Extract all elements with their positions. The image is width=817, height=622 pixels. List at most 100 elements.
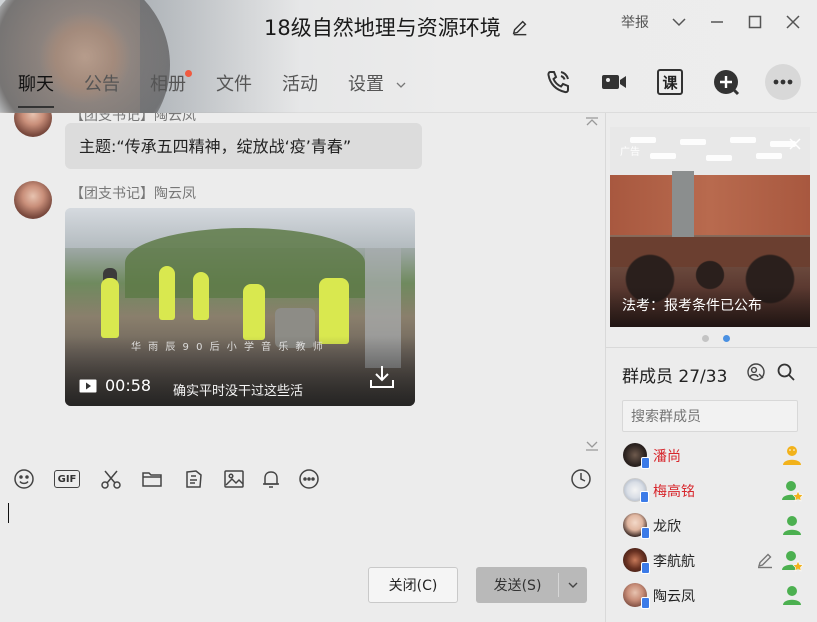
tab-chat[interactable]: 聊天 bbox=[18, 72, 54, 108]
message-list[interactable]: 【团支书记】陶云凤 主题:“传承五四精神，绽放战‘疫’青春” 【团支书记】陶云凤… bbox=[0, 113, 605, 453]
collapse-down-icon[interactable] bbox=[585, 441, 599, 451]
screenshot-button[interactable] bbox=[99, 467, 123, 491]
edit-icon[interactable] bbox=[756, 551, 774, 569]
carousel-dot-active[interactable] bbox=[723, 335, 730, 342]
emoji-button[interactable] bbox=[12, 467, 36, 491]
clock-icon bbox=[571, 469, 591, 489]
play-icon bbox=[79, 379, 97, 392]
send-divider bbox=[558, 573, 559, 597]
avatar[interactable] bbox=[623, 583, 650, 609]
ad-banner[interactable]: 广告 法考：报考条件已公布 bbox=[610, 127, 810, 327]
member-name: 李航航 bbox=[653, 554, 695, 570]
member-item[interactable]: 李航航 bbox=[606, 544, 817, 579]
video-duration: 00:58 bbox=[105, 376, 152, 395]
send-button[interactable]: 发送(S) bbox=[476, 567, 587, 603]
send-file-button[interactable] bbox=[140, 467, 164, 491]
maximize-button[interactable] bbox=[747, 14, 763, 30]
mobile-badge-icon bbox=[641, 527, 650, 539]
close-icon[interactable] bbox=[788, 137, 802, 151]
minimize-button[interactable] bbox=[709, 14, 725, 30]
video-call-button[interactable] bbox=[597, 65, 631, 99]
chevron-down-icon[interactable] bbox=[671, 14, 687, 30]
group-tools: 课 bbox=[541, 64, 801, 100]
avatar[interactable] bbox=[623, 443, 650, 469]
admin-icon bbox=[782, 481, 804, 502]
voice-call-button[interactable] bbox=[541, 65, 575, 99]
avatar[interactable] bbox=[623, 513, 650, 539]
close-button[interactable]: 关闭(C) bbox=[368, 567, 458, 603]
member-item[interactable]: 梅高铭 bbox=[606, 474, 817, 509]
ad-tag: 广告 bbox=[620, 147, 640, 158]
bell-icon bbox=[263, 471, 279, 488]
class-icon: 课 bbox=[657, 69, 683, 95]
tab-album[interactable]: 相册 bbox=[150, 70, 192, 108]
carousel-dot[interactable] bbox=[702, 335, 709, 342]
member-manage-icon[interactable] bbox=[746, 362, 766, 382]
add-app-button[interactable] bbox=[709, 65, 743, 99]
member-item[interactable]: 潘尚 bbox=[606, 439, 817, 474]
member-name: 龙欣 bbox=[653, 519, 681, 535]
search-icon[interactable] bbox=[776, 362, 796, 382]
history-button[interactable] bbox=[569, 467, 593, 491]
member-list: 潘尚 梅高铭 龙欣 李航航 陶云凤 bbox=[606, 439, 817, 614]
edit-icon[interactable] bbox=[511, 18, 529, 36]
unread-dot bbox=[185, 70, 192, 77]
report-link[interactable]: 举报 bbox=[621, 12, 649, 32]
more-circle-icon bbox=[299, 469, 319, 489]
tab-activity[interactable]: 活动 bbox=[282, 72, 318, 108]
download-icon[interactable] bbox=[367, 362, 397, 392]
admin-icon bbox=[782, 551, 804, 572]
tab-announcement[interactable]: 公告 bbox=[84, 72, 120, 108]
window-controls: 举报 bbox=[621, 12, 801, 32]
chat-tabs: 聊天 公告 相册 文件 活动 设置 bbox=[18, 70, 436, 108]
mobile-badge-icon bbox=[641, 457, 650, 469]
window-title: 18级自然地理与资源环境 bbox=[264, 12, 529, 42]
ad-caption: 法考：报考条件已公布 bbox=[622, 298, 762, 314]
message-item: 【团支书记】陶云凤 华 雨 辰 9 0 后 小 学 音 乐 教 师 00:58 … bbox=[0, 113, 600, 413]
close-window-button[interactable] bbox=[785, 14, 801, 30]
tab-settings[interactable]: 设置 bbox=[348, 72, 406, 108]
phone-icon bbox=[547, 71, 569, 94]
video-camera-icon bbox=[602, 75, 626, 89]
members-count: 群成员 27/33 bbox=[622, 367, 728, 387]
input-toolbar: GIF bbox=[0, 453, 605, 503]
avatar[interactable] bbox=[623, 548, 650, 574]
image-icon bbox=[224, 470, 244, 488]
chevron-down-icon[interactable] bbox=[567, 579, 579, 591]
play-control[interactable]: 00:58 bbox=[79, 376, 151, 395]
member-item[interactable]: 陶云凤 bbox=[606, 579, 817, 614]
gif-button[interactable]: GIF bbox=[54, 470, 80, 488]
avatar[interactable] bbox=[14, 181, 52, 219]
mobile-badge-icon bbox=[640, 491, 649, 503]
member-name: 潘尚 bbox=[653, 449, 681, 465]
document-icon bbox=[186, 470, 202, 488]
group-name: 18级自然地理与资源环境 bbox=[264, 16, 501, 40]
chevron-down-icon bbox=[396, 82, 406, 88]
side-panel: 广告 法考：报考条件已公布 群成员 27/33 潘尚 梅高铭 龙欣 bbox=[605, 113, 817, 622]
text-caret bbox=[8, 503, 9, 523]
video-subtitle: 华 雨 辰 9 0 后 小 学 音 乐 教 师 bbox=[131, 342, 325, 353]
message-sender: 【团支书记】陶云凤 bbox=[70, 186, 196, 202]
members-header: 群成员 27/33 bbox=[606, 347, 817, 389]
notify-button[interactable] bbox=[259, 467, 283, 491]
member-icon bbox=[783, 586, 801, 605]
avatar[interactable] bbox=[623, 478, 649, 503]
folder-icon bbox=[142, 472, 162, 487]
message-input[interactable] bbox=[0, 503, 605, 563]
doc-button[interactable] bbox=[182, 467, 206, 491]
video-message[interactable]: 华 雨 辰 9 0 后 小 学 音 乐 教 师 00:58 确实平时没干过这些活 bbox=[65, 208, 415, 406]
mobile-badge-icon bbox=[641, 562, 650, 574]
class-button[interactable]: 课 bbox=[653, 65, 687, 99]
more-icon bbox=[773, 79, 793, 85]
chat-header: 18级自然地理与资源环境 举报 聊天 公告 相册 文件 活动 设置 课 bbox=[0, 0, 817, 113]
more-options-button[interactable] bbox=[765, 64, 801, 100]
image-button[interactable] bbox=[222, 467, 246, 491]
scissors-icon bbox=[101, 470, 121, 489]
owner-icon bbox=[783, 446, 801, 465]
tab-files[interactable]: 文件 bbox=[216, 72, 252, 108]
member-item[interactable]: 龙欣 bbox=[606, 509, 817, 544]
member-search-input[interactable] bbox=[622, 400, 798, 432]
emoji-icon bbox=[14, 469, 34, 489]
more-tools-button[interactable] bbox=[297, 467, 321, 491]
member-icon bbox=[783, 516, 801, 535]
